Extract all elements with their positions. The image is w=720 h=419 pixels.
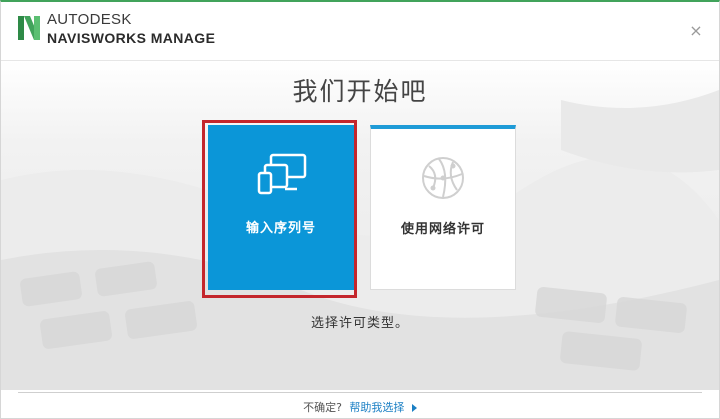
network-license-label: 使用网络许可: [400, 222, 485, 237]
footer-divider: [18, 392, 702, 393]
brand-product: NAVISWORKS MANAGE: [47, 30, 216, 46]
network-globe-icon: [371, 154, 515, 206]
brand: AUTODESK NAVISWORKS MANAGE: [47, 12, 215, 45]
arrow-right-icon[interactable]: [411, 404, 417, 412]
activation-window: AUTODESK NAVISWORKS MANAGE × 我们开始吧 输入序列号: [0, 0, 720, 419]
footer: 不确定? 帮助我选择: [1, 399, 719, 415]
page-title: 我们开始吧: [292, 77, 428, 106]
background-decoration: [1, 60, 719, 390]
help-me-choose-link[interactable]: 帮助我选择: [349, 401, 404, 414]
network-license-card[interactable]: 使用网络许可: [370, 125, 516, 290]
header: AUTODESK NAVISWORKS MANAGE ×: [1, 2, 719, 61]
brand-company: AUTODESK: [47, 11, 132, 28]
navisworks-n-logo-icon: [18, 16, 40, 44]
footer-question: 不确定?: [303, 401, 342, 414]
close-icon[interactable]: ×: [689, 23, 703, 39]
license-type-prompt: 选择许可类型。: [310, 316, 409, 331]
selection-highlight: [202, 120, 357, 298]
